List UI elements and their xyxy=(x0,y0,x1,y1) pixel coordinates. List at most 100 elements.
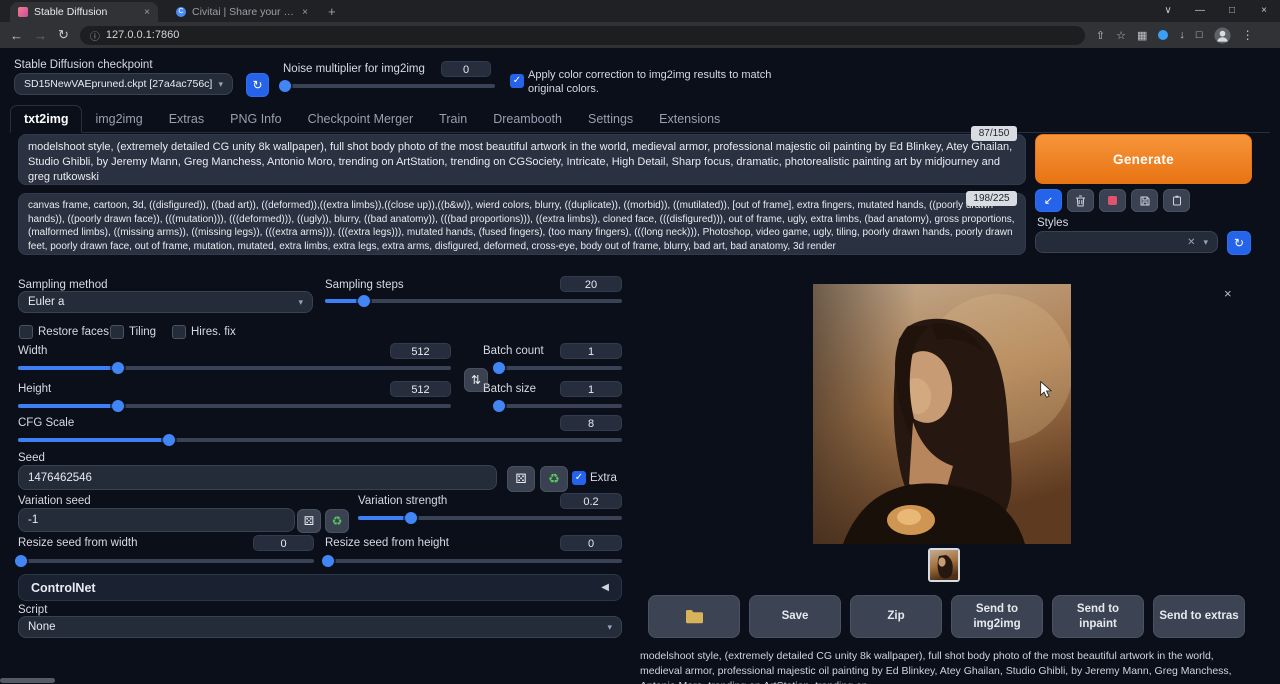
gallery-thumbnail[interactable] xyxy=(928,548,960,582)
horizontal-scrollbar[interactable] xyxy=(0,678,55,683)
sampling-steps-slider[interactable] xyxy=(325,294,622,308)
tab-close-icon[interactable]: × xyxy=(302,7,308,18)
zip-button[interactable]: Zip xyxy=(850,595,942,638)
hires-fix-checkbox[interactable] xyxy=(172,325,186,339)
site-info-icon[interactable]: ⓘ xyxy=(90,28,100,43)
cfg-scale-value[interactable]: 8 xyxy=(560,415,622,431)
tab-close-icon[interactable]: × xyxy=(144,7,150,18)
new-tab-button[interactable]: + xyxy=(328,4,336,22)
send-to-extras-button[interactable]: Send to extras xyxy=(1153,595,1245,638)
send-to-inpaint-button[interactable]: Send to inpaint xyxy=(1052,595,1144,638)
browser-tab-stable-diffusion[interactable]: Stable Diffusion × xyxy=(10,2,158,22)
controlnet-accordion[interactable]: ControlNet ◀ xyxy=(18,574,622,601)
back-icon[interactable]: ← xyxy=(10,28,23,43)
batch-count-slider[interactable] xyxy=(496,361,622,375)
open-folder-button[interactable] xyxy=(648,595,740,638)
resize-seed-height-value[interactable]: 0 xyxy=(560,535,622,551)
menu-dots-icon[interactable]: ⋮ xyxy=(1242,28,1254,42)
download-icon[interactable]: ↓ xyxy=(1179,29,1185,41)
extra-seed-checkbox[interactable]: ✓ xyxy=(572,471,586,485)
paste-params-button[interactable]: ↙ xyxy=(1035,189,1062,212)
slider-thumb[interactable] xyxy=(15,555,27,567)
width-value[interactable]: 512 xyxy=(390,343,451,359)
tab-txt2img[interactable]: txt2img xyxy=(10,105,82,133)
slider-thumb[interactable] xyxy=(112,400,124,412)
noise-multiplier-value[interactable]: 0 xyxy=(441,61,491,77)
slider-thumb[interactable] xyxy=(358,295,370,307)
slider-thumb[interactable] xyxy=(279,80,291,92)
forward-icon[interactable]: → xyxy=(34,28,47,43)
seed-input[interactable]: 1476462546 xyxy=(18,465,497,490)
tab-train[interactable]: Train xyxy=(426,106,480,132)
apps-grid-icon[interactable]: ▦ xyxy=(1137,29,1147,42)
save-style-icon xyxy=(1140,196,1150,206)
random-seed-button[interactable]: ⚄ xyxy=(507,466,535,492)
save-style-button[interactable] xyxy=(1131,189,1158,212)
batch-size-value[interactable]: 1 xyxy=(560,381,622,397)
slider-thumb[interactable] xyxy=(163,434,175,446)
tab-img2img[interactable]: img2img xyxy=(82,106,155,132)
reuse-seed-button[interactable]: ♻ xyxy=(540,466,568,492)
resize-seed-height-slider[interactable] xyxy=(325,554,622,568)
slider-thumb[interactable] xyxy=(493,400,505,412)
close-window-button[interactable]: × xyxy=(1248,0,1280,22)
script-dropdown[interactable]: None ▾ xyxy=(18,616,622,638)
height-slider[interactable] xyxy=(18,399,451,413)
negative-prompt-input[interactable]: canvas frame, cartoon, 3d, ((disfigured)… xyxy=(18,193,1026,255)
slider-track xyxy=(358,516,622,520)
bookmark-star-icon[interactable]: ☆ xyxy=(1116,29,1126,42)
height-value[interactable]: 512 xyxy=(390,381,451,397)
styles-dropdown[interactable]: ✕ ▾ xyxy=(1035,231,1218,253)
window-chevron-icon[interactable]: ∨ xyxy=(1152,0,1184,22)
generate-button[interactable]: Generate xyxy=(1035,134,1252,184)
resize-seed-width-value[interactable]: 0 xyxy=(253,535,314,551)
send-to-img2img-button[interactable]: Send to img2img xyxy=(951,595,1043,638)
width-slider[interactable] xyxy=(18,361,451,375)
address-bar[interactable]: ⓘ 127.0.0.1:7860 xyxy=(80,26,1085,45)
restore-faces-checkbox[interactable] xyxy=(19,325,33,339)
extension-icon[interactable] xyxy=(1158,30,1168,40)
clear-prompt-button[interactable] xyxy=(1067,189,1094,212)
tab-png-info[interactable]: PNG Info xyxy=(217,106,294,132)
reload-icon[interactable]: ↻ xyxy=(58,27,69,43)
checkpoint-dropdown[interactable]: SD15NewVAEpruned.ckpt [27a4ac756c] ▾ xyxy=(14,73,233,95)
share-icon[interactable]: ⇧ xyxy=(1096,29,1105,42)
sampling-steps-value[interactable]: 20 xyxy=(560,276,622,292)
tiling-checkbox[interactable] xyxy=(110,325,124,339)
batch-count-value[interactable]: 1 xyxy=(560,343,622,359)
slider-thumb[interactable] xyxy=(322,555,334,567)
generated-image[interactable] xyxy=(813,284,1071,544)
extra-networks-button[interactable] xyxy=(1099,189,1126,212)
refresh-checkpoint-button[interactable]: ↻ xyxy=(246,73,269,97)
tab-checkpoint-merger[interactable]: Checkpoint Merger xyxy=(295,106,427,132)
profile-avatar[interactable] xyxy=(1214,27,1231,44)
batch-size-slider[interactable] xyxy=(496,399,622,413)
resize-seed-width-slider[interactable] xyxy=(18,554,314,568)
tab-settings[interactable]: Settings xyxy=(575,106,646,132)
apply-style-button[interactable] xyxy=(1163,189,1190,212)
tab-extras[interactable]: Extras xyxy=(156,106,217,132)
slider-thumb[interactable] xyxy=(493,362,505,374)
tab-dreambooth[interactable]: Dreambooth xyxy=(480,106,575,132)
tab-extensions[interactable]: Extensions xyxy=(646,106,733,132)
reuse-variation-seed-button[interactable]: ♻ xyxy=(325,509,349,533)
clear-styles-icon[interactable]: ✕ xyxy=(1187,237,1203,248)
close-gallery-icon[interactable]: × xyxy=(1224,286,1232,301)
variation-seed-input[interactable]: -1 xyxy=(18,508,295,532)
cfg-scale-slider[interactable] xyxy=(18,433,622,447)
noise-multiplier-slider[interactable] xyxy=(282,79,495,93)
sampling-method-dropdown[interactable]: Euler a ▾ xyxy=(18,291,313,313)
random-variation-seed-button[interactable]: ⚄ xyxy=(297,509,321,533)
maximize-button[interactable]: □ xyxy=(1216,0,1248,22)
color-correction-checkbox[interactable]: ✓ xyxy=(510,74,524,88)
refresh-styles-button[interactable]: ↻ xyxy=(1227,231,1251,255)
browser-tab-civitai[interactable]: C Civitai | Share your models × xyxy=(168,2,316,22)
slider-thumb[interactable] xyxy=(405,512,417,524)
variation-strength-value[interactable]: 0.2 xyxy=(560,493,622,509)
save-button[interactable]: Save xyxy=(749,595,841,638)
minimize-button[interactable]: — xyxy=(1184,0,1216,22)
prompt-input[interactable]: modelshoot style, (extremely detailed CG… xyxy=(18,134,1026,185)
sidebar-icon[interactable]: □ xyxy=(1196,29,1203,41)
slider-thumb[interactable] xyxy=(112,362,124,374)
variation-strength-slider[interactable] xyxy=(358,511,622,525)
